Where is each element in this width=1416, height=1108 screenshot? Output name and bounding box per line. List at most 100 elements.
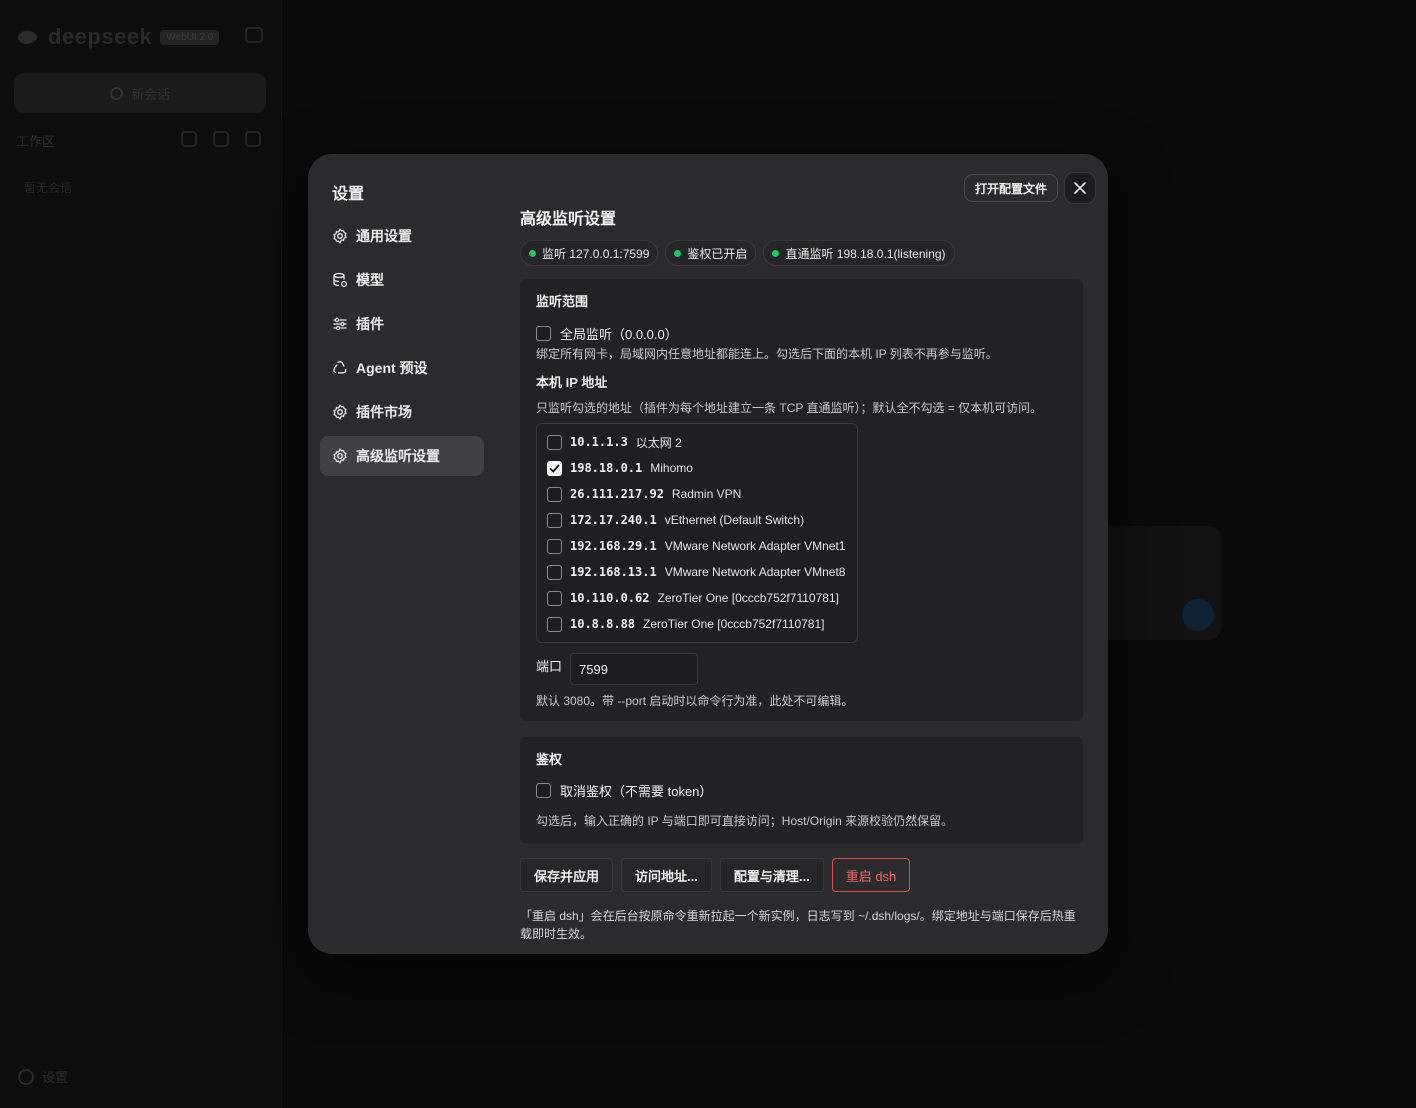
share-icon[interactable] <box>213 131 229 147</box>
status-badge-auth: 鉴权已开启 <box>665 240 757 266</box>
version-badge: WebUI 2.0 <box>160 29 220 45</box>
sidebar-settings-button[interactable]: 设置 <box>18 1067 68 1086</box>
ip-address-list: 10.1.1.3 以太网 2 198.18.0.1 Mihomo 26.111.21… <box>536 423 858 643</box>
adapter-name: Radmin VPN <box>671 487 742 501</box>
adapter-name: ZeroTier One [0cccb752f7110781] <box>657 591 839 605</box>
adapter-name: Mihomo <box>650 461 693 475</box>
ip-address: 192.168.13.1 <box>570 565 657 579</box>
brand-name: deepseek <box>48 24 153 49</box>
empty-conversations: 暂无会话 <box>24 181 73 195</box>
workspace-tools <box>181 131 261 147</box>
nav-item-plugins[interactable]: 插件 <box>320 304 484 344</box>
port-label: 端口 <box>536 659 563 674</box>
status-dot <box>674 249 682 257</box>
disable-auth-checkbox-row[interactable]: 取消鉴权（不需要 token） <box>536 781 1067 800</box>
ip-address: 26.111.217.92 <box>570 487 664 501</box>
database-icon <box>333 272 348 288</box>
gear-icon <box>333 404 347 420</box>
nav-item-models[interactable]: 模型 <box>320 260 484 300</box>
local-ip-heading: 本机 IP 地址 <box>536 375 608 390</box>
ip-row[interactable]: 10.1.1.3 以太网 2 <box>547 429 857 455</box>
nav-item-agent-presets[interactable]: Agent 预设 <box>320 348 484 388</box>
ip-row[interactable]: 26.111.217.92 Radmin VPN <box>547 481 857 507</box>
send-button[interactable] <box>1182 599 1214 631</box>
ip-row[interactable]: 10.8.8.88 ZeroTier One [0cccb752f7110781] <box>547 611 857 637</box>
adapter-name: vEthernet (Default Switch) <box>664 513 805 527</box>
nav-label: 模型 <box>356 272 384 288</box>
recycle-icon <box>333 360 347 374</box>
ip-address: 10.1.1.3 <box>570 435 628 449</box>
close-icon <box>1074 182 1086 194</box>
workspace-label: 工作区 <box>16 134 56 149</box>
nav-label: 通用设置 <box>356 228 412 244</box>
ip-checkbox[interactable] <box>547 512 562 528</box>
badge-text: 直通监听 198.18.0.1(listening) <box>785 246 946 261</box>
listen-scope-panel: 监听范围 全局监听（0.0.0.0） 绑定所有网卡，局域网内任意地址都能连上。勾… <box>520 279 1083 721</box>
gear-icon <box>333 228 347 244</box>
nav-label: 插件市场 <box>356 404 412 420</box>
disable-auth-checkbox[interactable] <box>536 783 551 798</box>
restart-footnote: 「重启 dsh」会在后台按原命令重新拉起一个新实例，日志写到 ~/.dsh/lo… <box>520 909 1076 941</box>
checkmark-icon <box>549 464 560 472</box>
status-badges: 监听 127.0.0.1:7599 鉴权已开启 直通监听 198.18.0.1(… <box>520 240 1083 266</box>
ip-address: 10.110.0.62 <box>570 591 650 605</box>
save-apply-button[interactable]: 保存并应用 <box>520 858 614 892</box>
gear-icon <box>333 448 347 464</box>
nav-item-advanced-listen[interactable]: 高级监听设置 <box>320 436 484 476</box>
ip-address: 192.168.29.1 <box>570 539 657 553</box>
nav-label: 插件 <box>356 316 384 332</box>
close-button[interactable] <box>1064 172 1096 204</box>
open-config-file-button[interactable]: 打开配置文件 <box>964 174 1059 202</box>
sidebar-toggle-icon[interactable] <box>245 27 263 43</box>
ip-checkbox[interactable] <box>547 486 562 502</box>
port-hint: 默认 3080。带 --port 启动时以命令行为准，此处不可编辑。 <box>536 694 854 708</box>
page-title: 高级监听设置 <box>520 211 617 228</box>
port-input[interactable] <box>570 653 699 685</box>
settings-nav: 通用设置 模型 插件 Agent 预设 插件市场 高级监听设置 <box>320 216 484 480</box>
auth-heading: 鉴权 <box>536 752 563 767</box>
settings-modal: 设置 打开配置文件 通用设置 模型 插件 Agent 预设 插件市场 高级监听设… <box>308 154 1108 954</box>
badge-text: 鉴权已开启 <box>687 246 748 261</box>
restart-dsh-button[interactable]: 重启 dsh <box>831 858 911 892</box>
ip-address: 10.8.8.88 <box>570 617 636 631</box>
ip-checkbox[interactable] <box>547 590 562 606</box>
ip-row[interactable]: 192.168.29.1 VMware Network Adapter VMnet… <box>547 533 857 559</box>
local-ip-hint: 只监听勾选的地址（插件为每个地址建立一条 TCP 直通监听）；默认全不勾选 = … <box>536 401 1043 415</box>
plus-circle-icon <box>109 86 123 100</box>
disable-auth-label: 取消鉴权（不需要 token） <box>560 784 713 799</box>
auth-panel: 鉴权 取消鉴权（不需要 token） 勾选后，输入正确的 IP 与端口即可直接访… <box>520 737 1083 843</box>
ip-row[interactable]: 172.17.240.1 vEthernet (Default Switch) <box>547 507 857 533</box>
nav-item-plugin-market[interactable]: 插件市场 <box>320 392 484 432</box>
search-icon[interactable] <box>181 131 197 147</box>
status-dot <box>772 249 780 257</box>
new-folder-icon[interactable] <box>245 131 261 147</box>
access-address-button[interactable]: 访问地址... <box>621 858 712 892</box>
ip-address: 198.18.0.1 <box>570 461 643 475</box>
global-listen-checkbox[interactable] <box>536 326 551 341</box>
config-cleanup-button[interactable]: 配置与清理... <box>719 858 824 892</box>
listen-scope-heading: 监听范围 <box>536 294 589 309</box>
settings-content: 高级监听设置 监听 127.0.0.1:7599 鉴权已开启 直通监听 198.… <box>520 208 1083 943</box>
sidebar-settings-label: 设置 <box>42 1070 69 1085</box>
ip-row[interactable]: 192.168.13.1 VMware Network Adapter VMnet… <box>547 559 857 585</box>
global-listen-hint: 绑定所有网卡，局域网内任意地址都能连上。勾选后下面的本机 IP 列表不再参与监听… <box>536 347 998 361</box>
new-chat-button[interactable]: 新会话 <box>14 73 266 113</box>
ip-checkbox[interactable] <box>547 434 562 450</box>
ip-checkbox[interactable] <box>547 538 562 554</box>
ip-row[interactable]: 198.18.0.1 Mihomo <box>547 455 857 481</box>
status-dot <box>529 249 536 257</box>
new-chat-label: 新会话 <box>130 86 170 102</box>
app-logo: deepseek WebUI 2.0 <box>16 24 220 50</box>
nav-item-general[interactable]: 通用设置 <box>320 216 484 256</box>
status-badge-listen: 监听 127.0.0.1:7599 <box>520 240 659 266</box>
adapter-name: VMware Network Adapter VMnet1 <box>664 539 846 553</box>
ip-row[interactable]: 10.110.0.62 ZeroTier One [0cccb752f711078… <box>547 585 857 611</box>
nav-label: 高级监听设置 <box>356 448 440 464</box>
adapter-name: 以太网 2 <box>635 435 682 450</box>
ip-checkbox[interactable] <box>547 616 562 632</box>
ip-checkbox-checked[interactable] <box>547 460 562 476</box>
ip-checkbox[interactable] <box>547 564 562 580</box>
global-listen-label: 全局监听（0.0.0.0） <box>560 327 678 342</box>
global-listen-checkbox-row[interactable]: 全局监听（0.0.0.0） <box>536 324 1067 343</box>
background-sidebar: deepseek WebUI 2.0 新会话 工作区 暂无会话 设置 <box>0 0 282 1108</box>
